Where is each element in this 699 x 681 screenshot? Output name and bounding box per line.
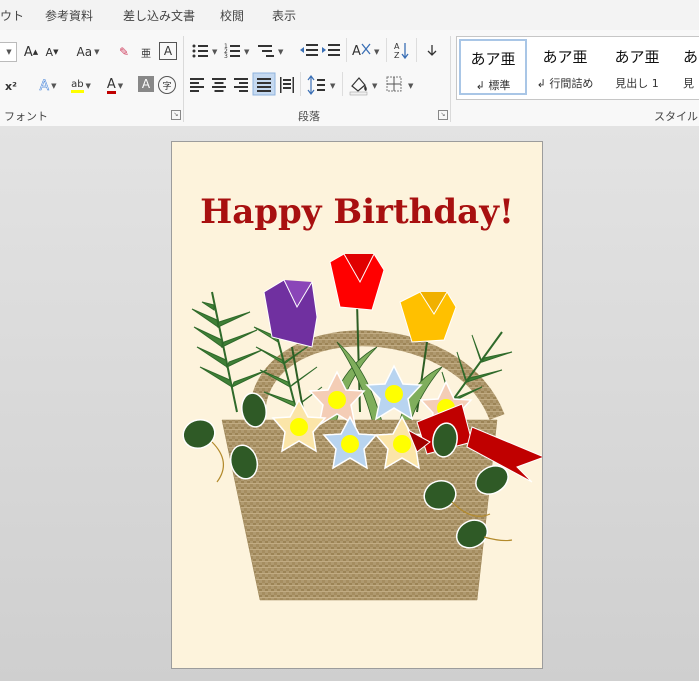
- text-effects-button[interactable]: A ▼: [34, 76, 62, 96]
- bullets-button[interactable]: [188, 38, 238, 62]
- purple-tulip-icon: [263, 279, 318, 348]
- style-name: 見出し 1: [615, 77, 659, 90]
- style-heading-1[interactable]: あア亜 見出し 1: [603, 39, 671, 95]
- styles-group-label: スタイル: [654, 110, 698, 123]
- tab-references[interactable]: 参考資料: [45, 7, 93, 24]
- shrink-font-icon: A: [45, 45, 54, 59]
- group-separator: [183, 36, 184, 122]
- show-paragraph-marks-button[interactable]: [422, 38, 446, 62]
- style-no-spacing[interactable]: あア亜 ↲ 行間詰め: [531, 39, 599, 95]
- sort-button[interactable]: [392, 38, 416, 62]
- numbering-button[interactable]: [240, 38, 296, 62]
- style-name: ↲ 標準: [475, 79, 511, 92]
- font-color-icon: A: [106, 77, 116, 94]
- change-case-icon: Aa: [76, 45, 93, 59]
- style-normal[interactable]: あア亜 ↲ 標準: [459, 39, 527, 95]
- shading-button[interactable]: [348, 72, 384, 96]
- ribbon-tabs: ウト 参考資料 差し込み文書 校閲 表示: [0, 0, 699, 30]
- shrink-font-button[interactable]: A ▼: [43, 42, 61, 62]
- card-title[interactable]: Happy Birthday!: [172, 192, 542, 232]
- highlight-button[interactable]: ab ▼: [66, 76, 96, 96]
- phonetic-guide-icon: 亜: [141, 48, 151, 60]
- character-shading-icon: A: [141, 77, 151, 91]
- document-page[interactable]: Happy Birthday!: [171, 141, 543, 669]
- paragraph-dialog-launcher[interactable]: ↘: [438, 110, 448, 120]
- character-shading-button[interactable]: A: [138, 76, 154, 92]
- tab-review[interactable]: 校閲: [220, 7, 244, 24]
- enclose-characters-button[interactable]: 字: [158, 76, 176, 94]
- style-preview: あア亜: [542, 48, 588, 66]
- alignment-buttons[interactable]: [188, 72, 298, 96]
- character-border-button[interactable]: A: [159, 42, 177, 60]
- enclose-characters-icon: 字: [162, 81, 172, 92]
- group-separator: [450, 36, 451, 122]
- change-case-button[interactable]: Aa ▼: [72, 42, 104, 62]
- ribbon: ▼ A ▲ A ▼ Aa ▼ ✎ 亜 A x² A ▼ ab ▼ A ▼ A 字 フォント …: [0, 30, 699, 127]
- asian-layout-button[interactable]: [350, 38, 386, 62]
- style-name: ↲ 行間詰め: [536, 77, 594, 90]
- text-effects-icon: A: [39, 78, 50, 95]
- clear-formatting-button[interactable]: ✎: [115, 42, 133, 62]
- style-preview: あア亜: [470, 50, 516, 68]
- borders-button[interactable]: [384, 72, 420, 96]
- superscript-button[interactable]: x²: [2, 76, 20, 96]
- style-preview: あ: [683, 48, 699, 66]
- font-group-label: フォント: [4, 110, 48, 123]
- tab-view[interactable]: 表示: [272, 7, 296, 24]
- font-color-button[interactable]: A ▼: [100, 76, 130, 96]
- style-heading-2[interactable]: あ 見: [675, 39, 699, 95]
- eraser-icon: ✎: [118, 45, 130, 59]
- highlighter-icon: ab: [71, 79, 84, 93]
- grow-font-button[interactable]: A ▲: [22, 42, 40, 62]
- grow-font-icon: A: [23, 44, 33, 60]
- line-spacing-button[interactable]: [306, 72, 342, 96]
- paragraph-group-label: 段落: [298, 110, 320, 123]
- phonetic-guide-button[interactable]: 亜: [137, 42, 155, 62]
- character-border-icon: A: [163, 44, 173, 58]
- styles-gallery: あア亜 ↲ 標準 あア亜 ↲ 行間詰め あア亜 見出し 1 あ 見: [456, 36, 699, 100]
- font-size-dropdown[interactable]: ▼: [0, 42, 17, 62]
- style-preview: あア亜: [614, 48, 660, 66]
- indent-buttons[interactable]: [298, 38, 344, 62]
- style-name: 見: [683, 77, 694, 90]
- tab-mailings[interactable]: 差し込み文書: [123, 7, 195, 24]
- tab-layout[interactable]: ウト: [0, 7, 24, 24]
- superscript-icon: x²: [5, 79, 17, 93]
- font-dialog-launcher[interactable]: ↘: [171, 110, 181, 120]
